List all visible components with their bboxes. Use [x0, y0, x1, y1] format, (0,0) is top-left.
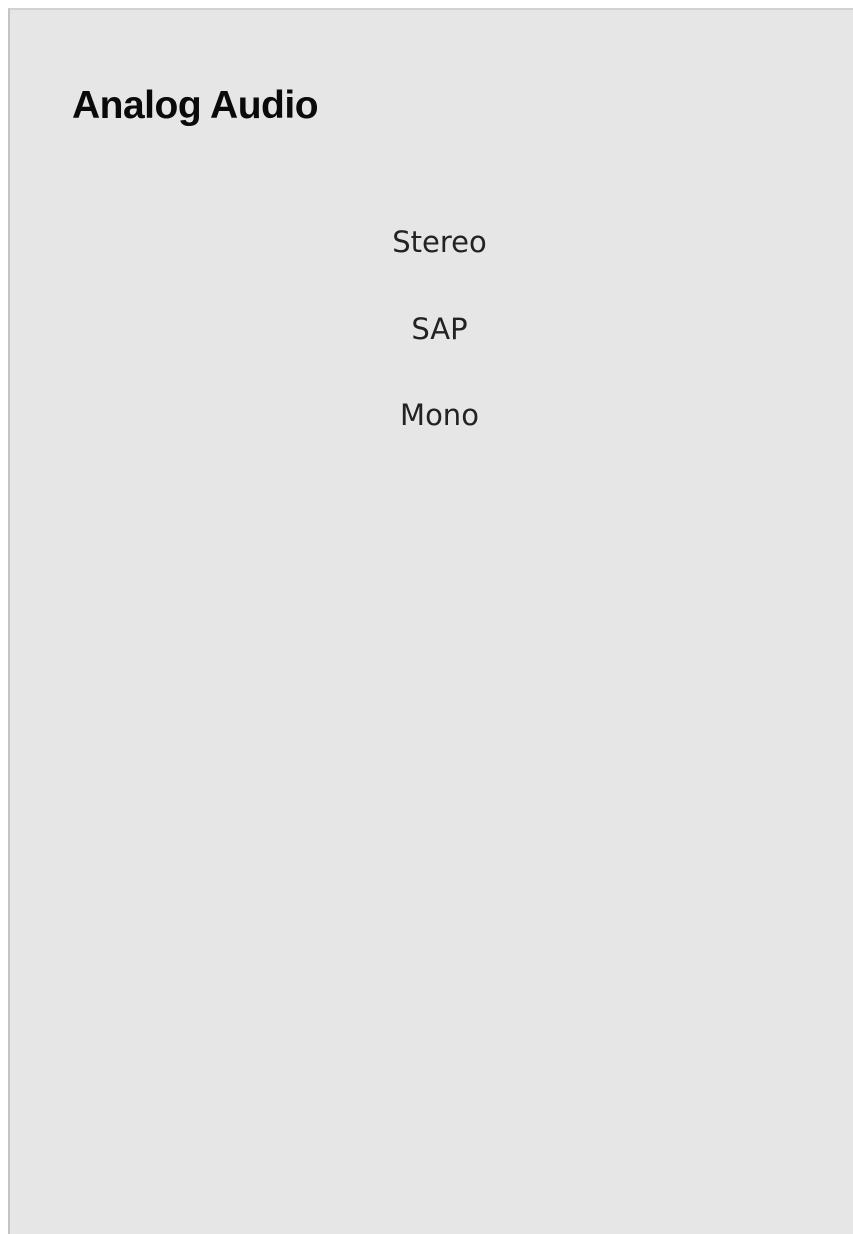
panel-title: Analog Audio	[72, 84, 319, 127]
option-label: Mono	[400, 398, 479, 432]
option-stereo[interactable]: Stereo	[10, 228, 853, 257]
option-sap[interactable]: SAP	[10, 315, 853, 344]
analog-audio-panel: Analog Audio Stereo SAP Mono	[8, 8, 853, 1234]
option-mono[interactable]: Mono	[10, 401, 853, 430]
option-label: Stereo	[392, 225, 487, 259]
option-label: SAP	[411, 312, 468, 346]
